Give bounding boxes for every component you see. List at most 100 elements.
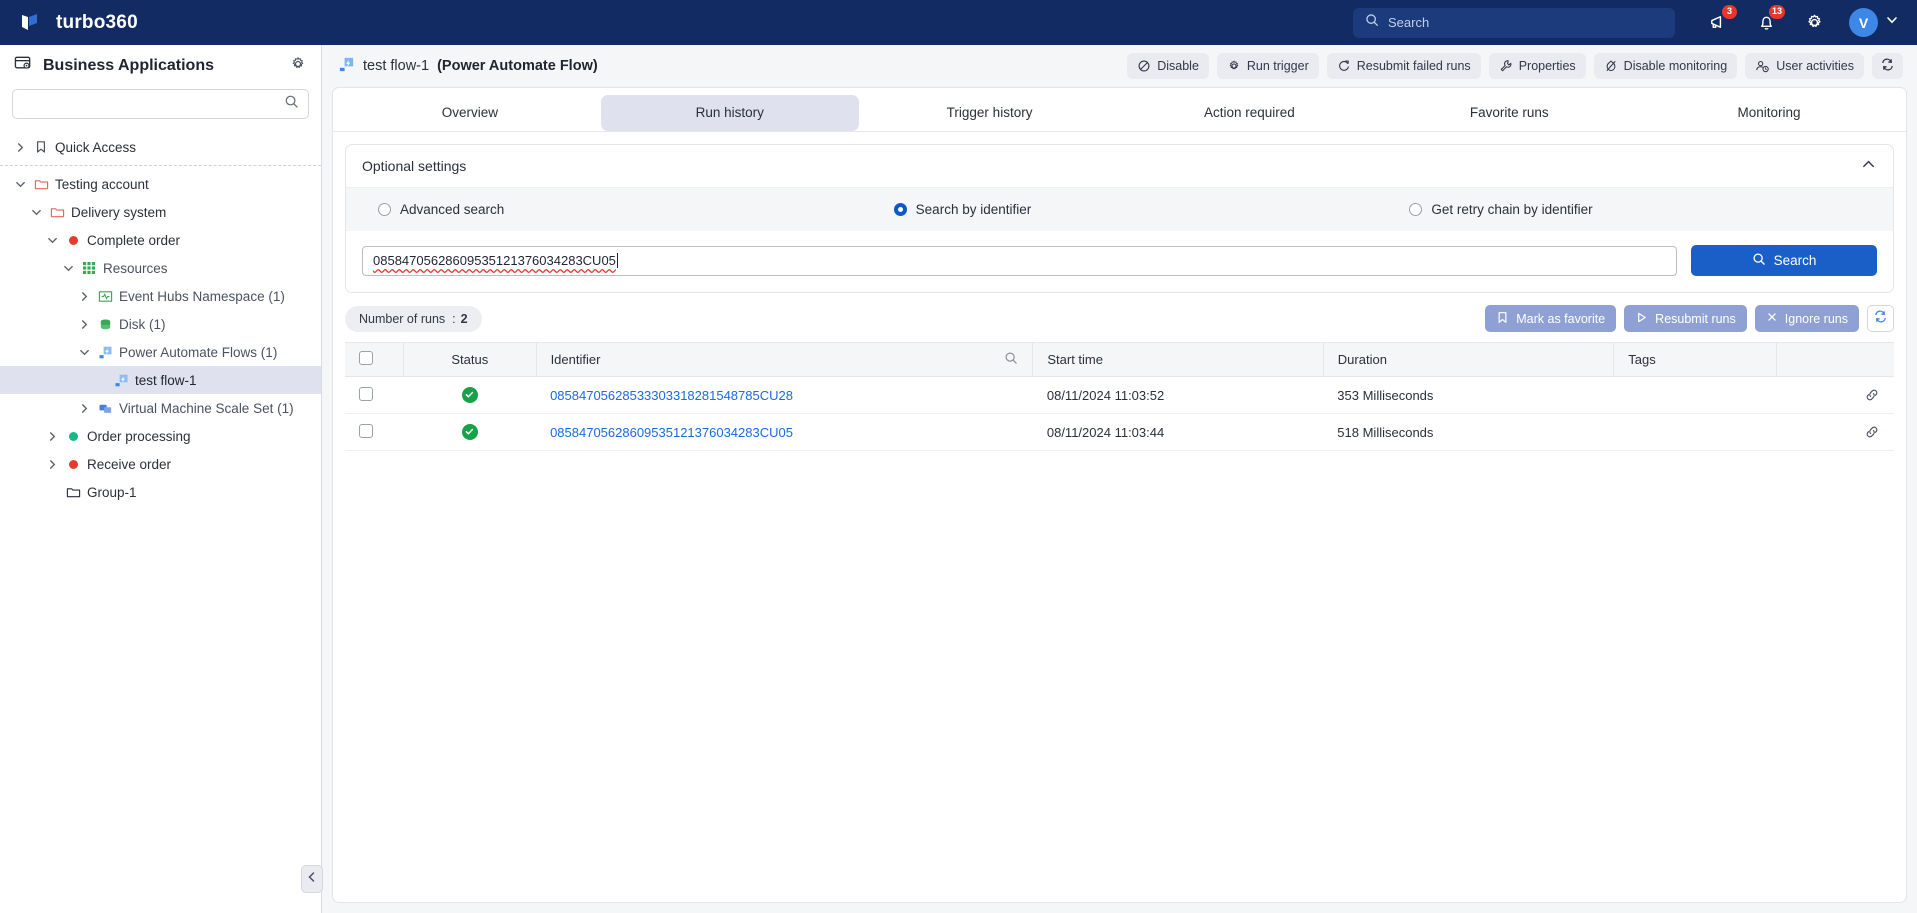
tree-item-group-1[interactable]: Group-1 <box>0 478 321 506</box>
column-header-start-time[interactable]: Start time <box>1032 342 1324 377</box>
chevron-down-icon[interactable] <box>78 347 91 358</box>
column-header-identifier[interactable]: Identifier <box>536 342 1034 377</box>
tree-item-virtual-machine-scale-set-1[interactable]: Virtual Machine Scale Set (1) <box>0 394 321 422</box>
body-container: Business Applications Quick Access Testin… <box>0 45 1917 913</box>
tree-item-resources[interactable]: Resources <box>0 254 321 282</box>
tree-item-label: Power Automate Flows (1) <box>119 344 278 360</box>
chevron-right-icon[interactable] <box>14 142 27 153</box>
radio-label: Advanced search <box>400 202 505 217</box>
run-trigger-button[interactable]: Run trigger <box>1216 53 1319 79</box>
tree-item-testing-account[interactable]: Testing account <box>0 170 321 198</box>
button-label: Disable monitoring <box>1623 59 1728 73</box>
sidebar-collapse-button[interactable] <box>301 865 323 893</box>
button-label: Properties <box>1518 59 1576 73</box>
tab-monitoring[interactable]: Monitoring <box>1640 95 1898 131</box>
tab-run-history[interactable]: Run history <box>600 95 859 131</box>
chevron-right-icon[interactable] <box>78 291 91 302</box>
tree-item-receive-order[interactable]: Receive order <box>0 450 321 478</box>
search-mode-radio-group: Advanced search Search by identifier Get r… <box>346 187 1893 231</box>
column-header-status[interactable]: Status <box>403 342 537 377</box>
global-search-box[interactable]: Search <box>1353 7 1675 38</box>
refresh-page-button[interactable] <box>1872 53 1903 79</box>
sidebar-search-input[interactable] <box>12 89 309 119</box>
flow-header: test flow-1 (Power Automate Flow) Disabl… <box>322 45 1917 87</box>
table-row[interactable]: 08584705628609535121376034283CU05 08/11/2… <box>345 413 1894 451</box>
column-header-tags[interactable]: Tags <box>1613 342 1778 377</box>
number-of-runs-count: 2 <box>460 311 468 326</box>
user-activities-button[interactable]: User activities <box>1745 53 1864 79</box>
radio-button[interactable] <box>1409 203 1423 216</box>
chevron-right-icon[interactable] <box>46 431 59 442</box>
properties-button[interactable]: Properties <box>1488 53 1586 79</box>
folder-icon <box>49 205 65 220</box>
status-success-icon <box>461 386 478 403</box>
text-cursor <box>616 253 618 268</box>
tree-item-event-hubs-namespace-1[interactable]: Event Hubs Namespace (1) <box>0 282 321 310</box>
tab-bar: Overview Run history Trigger history Action… <box>333 88 1906 132</box>
row-checkbox[interactable] <box>359 386 373 401</box>
identifier-input[interactable]: 08584705628609535121376034283CU05 <box>362 245 1677 276</box>
search-button[interactable]: Search <box>1691 245 1877 276</box>
radio-button[interactable] <box>893 203 907 216</box>
flow-action-buttons: Disable Run trigger Resubmit failed runs Pr… <box>1127 53 1864 79</box>
search-icon[interactable] <box>1004 351 1018 368</box>
chevron-down-icon[interactable] <box>30 207 43 218</box>
column-header-duration[interactable]: Duration <box>1323 342 1615 377</box>
search-button-label: Search <box>1773 253 1817 268</box>
radio-button[interactable] <box>378 203 391 216</box>
folder-icon <box>33 177 49 192</box>
settings-button[interactable] <box>1801 10 1827 36</box>
announcements-button[interactable]: 3 <box>1705 4 1737 36</box>
resubmit-runs-button[interactable]: Resubmit runs <box>1624 305 1747 332</box>
link-icon[interactable] <box>1791 424 1880 440</box>
notifications-button[interactable]: 13 <box>1753 4 1785 36</box>
tab-favorite-runs[interactable]: Favorite runs <box>1380 95 1638 131</box>
sidebar-settings-icon[interactable] <box>289 55 307 78</box>
chevron-right-icon[interactable] <box>78 403 91 414</box>
chevron-down-icon[interactable] <box>14 179 27 190</box>
resubmit-failed-runs-button[interactable]: Resubmit failed runs <box>1326 53 1481 79</box>
tree-item-test-flow-1[interactable]: test flow-1 <box>0 366 321 394</box>
select-all-checkbox[interactable] <box>359 351 373 365</box>
tab-overview[interactable]: Overview <box>341 95 599 131</box>
chevron-down-icon[interactable] <box>46 235 59 246</box>
identifier-link[interactable]: 08584705628533303318281548785CU28 <box>550 388 793 403</box>
chevron-right-icon[interactable] <box>78 319 91 330</box>
radio-advanced-search[interactable]: Advanced search <box>346 202 862 217</box>
runs-table-body: 08584705628533303318281548785CU28 08/11/2… <box>345 376 1894 451</box>
tree-item-disk-1[interactable]: Disk (1) <box>0 310 321 338</box>
refresh-runs-button[interactable] <box>1867 305 1894 332</box>
optional-settings-header[interactable]: Optional settings <box>346 145 1893 187</box>
tree-item-label: Resources <box>103 260 168 276</box>
radio-get-retry-chain-by-identifier[interactable]: Get retry chain by identifier <box>1377 202 1893 217</box>
gear-icon <box>1227 59 1241 73</box>
play-icon <box>1635 311 1648 327</box>
user-menu[interactable]: V <box>1849 8 1899 37</box>
start-time-cell: 08/11/2024 11:03:52 <box>1032 376 1324 414</box>
status-cell <box>403 376 537 414</box>
chevron-right-icon[interactable] <box>46 459 59 470</box>
table-row[interactable]: 08584705628533303318281548785CU28 08/11/2… <box>345 376 1894 414</box>
disable-monitoring-button[interactable]: Disable monitoring <box>1593 53 1738 79</box>
chevron-down-icon[interactable] <box>62 263 75 274</box>
radio-search-by-identifier[interactable]: Search by identifier <box>862 202 1378 217</box>
radio-label: Search by identifier <box>915 202 1032 217</box>
brand[interactable]: turbo360 <box>18 10 138 36</box>
tree-item-delivery-system[interactable]: Delivery system <box>0 198 321 226</box>
tree-item-power-automate-flows-1[interactable]: Power Automate Flows (1) <box>0 338 321 366</box>
chevron-up-icon[interactable] <box>1860 156 1877 176</box>
row-checkbox[interactable] <box>359 423 373 438</box>
mark-as-favorite-button[interactable]: Mark as favorite <box>1485 305 1617 332</box>
tree-item-quick-access[interactable]: Quick Access <box>0 133 321 161</box>
link-icon[interactable] <box>1791 387 1880 403</box>
notifications-badge: 13 <box>1768 4 1785 19</box>
disable-button[interactable]: Disable <box>1127 53 1209 79</box>
ignore-runs-button[interactable]: Ignore runs <box>1754 305 1859 332</box>
tab-action-required[interactable]: Action required <box>1120 95 1378 131</box>
tab-trigger-history[interactable]: Trigger history <box>861 95 1119 131</box>
tree-item-complete-order[interactable]: Complete order <box>0 226 321 254</box>
identifier-link[interactable]: 08584705628609535121376034283CU05 <box>550 425 793 440</box>
search-icon[interactable] <box>284 94 299 114</box>
announcements-badge: 3 <box>1722 4 1737 19</box>
tree-item-order-processing[interactable]: Order processing <box>0 422 321 450</box>
